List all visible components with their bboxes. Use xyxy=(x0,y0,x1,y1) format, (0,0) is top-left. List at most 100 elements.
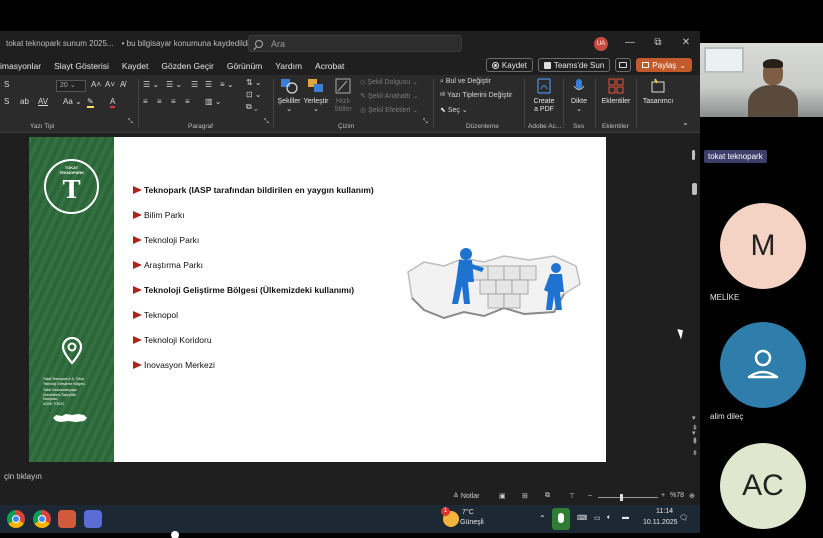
columns-icon[interactable]: ▥ ⌄ xyxy=(205,97,221,106)
zoom-slider[interactable] xyxy=(598,494,658,501)
weather-icon[interactable]: 1 xyxy=(441,507,459,527)
shape-effects-button[interactable]: ◎ Şekil Efektleri ⌄ xyxy=(360,106,418,114)
share-button[interactable]: Paylaş ⌄ xyxy=(636,58,692,72)
zoom-slider-thumb[interactable] xyxy=(619,494,623,501)
teams-present-button[interactable]: Teams'de Sun xyxy=(537,58,611,72)
search-icon xyxy=(255,39,263,48)
weather-temp[interactable]: 7°C xyxy=(462,509,474,516)
save-status[interactable]: • bu bilgisayar konumuna kaydedildi ⌄ xyxy=(122,39,258,48)
minimize-button[interactable]: — xyxy=(623,37,637,48)
previous-page-icon[interactable]: ⇞ xyxy=(692,439,698,446)
slide-editor: TOKAT TEKNOPARK T Tokat Teknopark A.Ş. T… xyxy=(0,133,700,468)
char-spacing-icon[interactable]: AV xyxy=(38,97,48,106)
align-center-icon[interactable]: ≡ xyxy=(157,97,162,106)
arrow-bullet-icon xyxy=(133,186,142,194)
scroll-down-icon[interactable]: ▾ xyxy=(692,430,696,437)
select-button[interactable]: ⬉ Seç ⌄ xyxy=(440,106,468,114)
tab-help[interactable]: Yardım xyxy=(275,61,302,71)
shape-outline-button[interactable]: ✎ Şekil Anahattı ⌄ xyxy=(360,92,418,100)
tab-acrobat[interactable]: Acrobat xyxy=(315,61,344,71)
notes-pane[interactable]: çin tıklayın xyxy=(0,470,700,484)
powerpoint-taskbar-icon[interactable] xyxy=(58,510,76,528)
normal-view-icon[interactable]: ▣ xyxy=(499,492,506,500)
shapes-button[interactable]: Şekiller ⌄ xyxy=(276,78,302,113)
clock-date[interactable]: 10.11.2025 xyxy=(643,519,678,526)
document-title[interactable]: tokat teknopark sunum 2025... • bu bilgis… xyxy=(6,39,258,48)
text-direction-icon[interactable]: ⇅ ⌄ xyxy=(246,78,262,87)
addins-button[interactable]: Eklentiler xyxy=(598,78,634,105)
increase-indent-icon[interactable]: ☰ xyxy=(205,80,212,89)
font-color-icon[interactable]: A xyxy=(110,97,116,108)
zoom-out-icon[interactable]: – xyxy=(588,492,592,499)
align-left-icon[interactable]: ≡ xyxy=(143,97,148,106)
reading-view-icon[interactable]: ⧉ xyxy=(545,492,550,500)
tab-slideshow[interactable]: Slayt Gösterisi xyxy=(54,61,109,71)
bullet-item: Bilim Parkı xyxy=(133,210,185,220)
record-button[interactable]: Kaydet xyxy=(485,58,533,72)
create-pdf-button[interactable]: Create a PDF xyxy=(528,78,560,114)
zoom-level[interactable]: %78 xyxy=(670,492,684,499)
smartart-icon[interactable]: ⧉ ⌄ xyxy=(246,102,258,112)
highlight-icon[interactable]: ✎ xyxy=(87,97,94,108)
participant-avatar[interactable]: M xyxy=(720,203,806,289)
tab-record[interactable]: Kaydet xyxy=(122,61,148,71)
keyboard-icon[interactable]: ⌨ xyxy=(577,514,587,522)
tab-view[interactable]: Görünüm xyxy=(227,61,262,71)
participant-avatar[interactable]: AC xyxy=(720,443,806,529)
drawing-dialog-launcher-icon[interactable]: ⤡ xyxy=(423,119,428,126)
notes-toggle-button[interactable]: ≙ Notlar xyxy=(453,492,480,500)
change-case-icon[interactable]: Aa ⌄ xyxy=(63,97,82,106)
teams-taskbar-icon[interactable] xyxy=(84,510,102,528)
volume-icon[interactable]: 🔈︎ xyxy=(607,514,611,522)
fit-to-window-icon[interactable]: ⊕ xyxy=(689,492,695,500)
tab-review[interactable]: Gözden Geçir xyxy=(161,61,213,71)
chrome-profile-icon[interactable] xyxy=(33,510,51,528)
bullets-icon[interactable]: ☰ ⌄ xyxy=(143,80,159,89)
slide-sorter-icon[interactable]: ⊞ xyxy=(522,492,528,500)
font-size-input[interactable]: 20 ⌄ xyxy=(56,80,86,92)
mic-active-indicator[interactable] xyxy=(552,508,570,530)
battery-icon[interactable]: ▬ xyxy=(622,514,629,521)
decrease-indent-icon[interactable]: ☰ xyxy=(191,80,198,89)
restore-button[interactable]: ⧉ xyxy=(651,37,665,48)
replace-fonts-button[interactable]: ᵃᵇ Yazı Tiplerini Değiştir xyxy=(440,92,512,99)
scroll-thumb[interactable] xyxy=(692,150,695,160)
search-box[interactable]: Ara xyxy=(248,35,462,52)
shrink-font-icon[interactable]: A˅ xyxy=(105,80,115,89)
grow-font-icon[interactable]: A˄ xyxy=(91,80,101,89)
line-spacing-icon[interactable]: ≡ ⌄ xyxy=(220,80,234,89)
strikethrough-icon[interactable]: S xyxy=(4,97,9,106)
slideshow-icon[interactable]: ⊤ xyxy=(569,492,575,500)
find-replace-button[interactable]: ⌕ Bul ve Değiştir xyxy=(440,78,491,86)
chrome-icon[interactable] xyxy=(7,510,25,528)
align-text-icon[interactable]: ⊡ ⌄ xyxy=(246,90,262,99)
comment-button[interactable] xyxy=(615,58,632,72)
slide-canvas[interactable]: TOKAT TEKNOPARK T Tokat Teknopark A.Ş. T… xyxy=(29,137,606,462)
close-button[interactable]: ✕ xyxy=(679,37,693,48)
show-hidden-icons[interactable]: ⌃ xyxy=(539,514,546,523)
next-page-icon[interactable]: ⇟ xyxy=(692,450,698,457)
paragraph-dialog-launcher-icon[interactable]: ⤡ xyxy=(264,119,269,126)
clear-format-icon[interactable]: A̸ xyxy=(120,80,125,89)
font-dialog-launcher-icon[interactable]: ⤡ xyxy=(128,119,133,126)
participants-scrollbar[interactable]: ▴ ▾ ⇞ ⇟ xyxy=(690,150,698,460)
participant-avatar[interactable] xyxy=(720,322,806,408)
numbering-icon[interactable]: ☰ ⌄ xyxy=(166,80,182,89)
arrange-button[interactable]: Yerleştir ⌄ xyxy=(302,78,330,113)
notifications-icon[interactable]: 🗨︎ xyxy=(679,514,688,522)
zoom-in-icon[interactable]: + xyxy=(661,492,665,499)
tab-animations[interactable]: imasyonlar xyxy=(0,61,41,71)
font-name-dropdown[interactable]: S xyxy=(4,80,9,89)
align-right-icon[interactable]: ≡ xyxy=(171,97,176,106)
quick-styles-button[interactable]: Hızlı Stiller xyxy=(331,78,355,114)
user-avatar[interactable]: UA xyxy=(594,37,608,51)
clock-time[interactable]: 11:14 xyxy=(656,508,673,515)
designer-button[interactable]: Tasarımcı xyxy=(639,78,677,105)
justify-icon[interactable]: ≡ xyxy=(185,97,190,106)
collapse-ribbon-icon[interactable]: ⌄ xyxy=(682,118,689,127)
weather-desc[interactable]: Güneşli xyxy=(460,519,484,526)
shape-fill-button[interactable]: ◇ Şekil Dolgusu ⌄ xyxy=(360,78,418,86)
dictate-button[interactable]: Dikte ⌄ xyxy=(566,78,592,113)
display-icon[interactable]: ▭ xyxy=(594,514,601,522)
shadow-icon[interactable]: ab xyxy=(20,97,29,106)
